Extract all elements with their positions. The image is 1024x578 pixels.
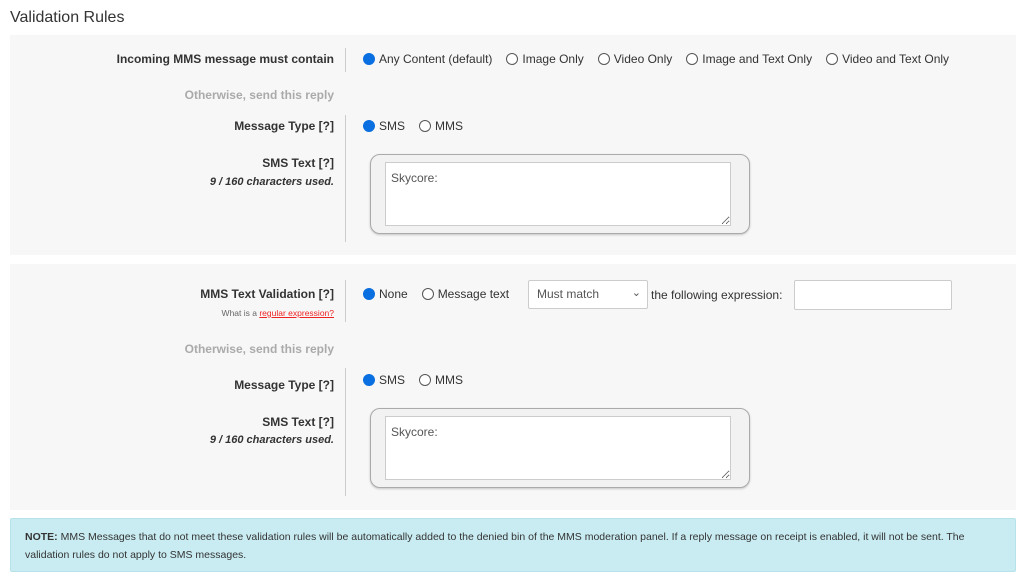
regex-prefix: What is a [221,308,260,318]
radio-icon [419,374,432,386]
chevron-down-icon: ⌄ [631,287,641,299]
radio-message-text[interactable]: Message text [421,287,510,301]
chars-used: 9 / 160 characters used. [209,176,334,188]
radio-icon [419,120,432,132]
radio-icon [421,288,434,300]
note-box: NOTE: MMS Messages that do not meet thes… [10,518,1016,572]
radio-label: Image and Text Only [702,52,813,66]
radio-icon [363,53,375,65]
message-type-label[interactable]: Message Type [?] [234,119,334,133]
radio-label: None [379,287,408,301]
radio-icon [363,120,375,132]
validation-label[interactable]: MMS Text Validation [?] [200,287,334,301]
expression-label: the following expression: [651,288,783,302]
divider [345,280,346,322]
radio-image-text[interactable]: Image and Text Only [686,52,812,66]
radio-video-text[interactable]: Video and Text Only [826,52,949,66]
radio-none[interactable]: None [363,287,408,301]
radio-label: MMS [435,119,464,133]
radio-icon [363,288,375,300]
radio-icon [506,53,519,65]
radio-label: Video and Text Only [842,52,950,66]
chars-used: 9 / 160 characters used. [209,434,334,446]
content-radio-group: Any Content (default) Image Only Video O… [363,52,963,66]
regex-help: What is a regular expression? [222,308,334,318]
radio-icon [686,53,699,65]
message-type-radio-group: SMS MMS [363,373,477,387]
content-label: Incoming MMS message must contain [116,52,334,66]
sms-bubble: Skycore: [370,408,750,488]
radio-image-only[interactable]: Image Only [506,52,584,66]
otherwise-label: Otherwise, send this reply [184,342,334,356]
radio-sms[interactable]: SMS [363,373,405,387]
divider [345,48,346,72]
validation-radio-group: None Message text [363,287,523,301]
radio-any-content[interactable]: Any Content (default) [363,52,492,66]
sms-text-input[interactable]: Skycore: [385,162,731,226]
radio-label: SMS [379,373,406,387]
radio-icon [363,374,375,386]
radio-icon [597,53,610,65]
radio-label: MMS [435,373,464,387]
message-type-radio-group: SMS MMS [363,119,477,133]
radio-label: Image Only [522,52,584,66]
radio-mms[interactable]: MMS [419,119,463,133]
divider [345,368,346,496]
regex-link[interactable]: regular expression? [259,308,334,318]
radio-video-only[interactable]: Video Only [597,52,673,66]
match-select[interactable]: Must match ⌄ [528,280,648,309]
message-type-label[interactable]: Message Type [?] [234,378,334,392]
radio-label: Any Content (default) [379,52,493,66]
note-text: MMS Messages that do not meet these vali… [25,531,965,561]
otherwise-label: Otherwise, send this reply [184,88,334,102]
radio-sms[interactable]: SMS [363,119,405,133]
expression-input[interactable] [794,280,952,310]
radio-icon [826,53,839,65]
page-title: Validation Rules [10,9,125,26]
sms-bubble: Skycore: [370,154,750,234]
radio-label: Message text [437,287,510,301]
divider [345,115,346,242]
note-label: NOTE: [25,531,58,543]
sms-text-input[interactable]: Skycore: [385,416,731,480]
sms-text-label[interactable]: SMS Text [?] [262,415,334,429]
select-value: Must match [537,287,600,301]
radio-mms[interactable]: MMS [419,373,463,387]
sms-text-label[interactable]: SMS Text [?] [262,156,334,170]
radio-label: SMS [379,119,406,133]
radio-label: Video Only [613,52,673,66]
